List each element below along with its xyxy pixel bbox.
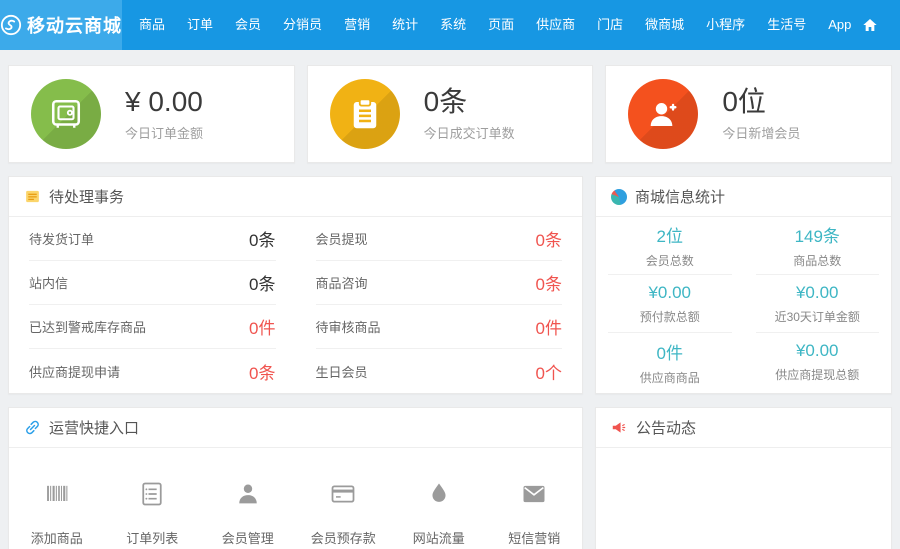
nav-item-orders[interactable]: 订单 bbox=[176, 0, 224, 50]
stat-30day-order-amount: ¥0.00 近30天订单金额 bbox=[756, 275, 880, 333]
nav-item-suppliers[interactable]: 供应商 bbox=[525, 0, 586, 50]
stat-card-deal-orders: 0条 今日成交订单数 bbox=[307, 65, 594, 163]
mall-stats-header: 商城信息统计 bbox=[596, 177, 891, 217]
stat-prepaid-total: ¥0.00 预付款总额 bbox=[608, 275, 732, 333]
announcement-body bbox=[596, 448, 891, 549]
stat-card-order-amount: ¥ 0.00 今日订单金额 bbox=[8, 65, 295, 163]
logo-swirl-icon bbox=[0, 14, 22, 36]
quick-site-traffic[interactable]: 网站流量 bbox=[391, 480, 487, 549]
barcode-icon bbox=[43, 480, 71, 508]
nav-item-pages[interactable]: 页面 bbox=[477, 0, 525, 50]
nav-item-micromall[interactable]: 微商城 bbox=[634, 0, 695, 50]
stat-supplier-withdraw-total: ¥0.00 供应商提现总额 bbox=[756, 333, 880, 391]
member-add-icon bbox=[628, 79, 698, 149]
announcement-title: 公告动态 bbox=[636, 417, 696, 438]
pending-value: 0条 bbox=[536, 270, 562, 295]
logo[interactable]: 移动云商城 bbox=[0, 0, 122, 50]
stat-cards-row: ¥ 0.00 今日订单金额 0条 今日成交订单数 bbox=[8, 65, 892, 163]
pending-row-supplier-withdrawals[interactable]: 供应商提现申请 0条 bbox=[29, 349, 276, 393]
order-clipboard-icon bbox=[330, 79, 400, 149]
quick-member-deposit[interactable]: 会员预存款 bbox=[296, 480, 392, 549]
pending-row-site-messages[interactable]: 站内信 0条 bbox=[29, 261, 276, 305]
pending-value: 0条 bbox=[249, 226, 275, 251]
pending-value: 0条 bbox=[536, 226, 562, 251]
bottom-row: 运营快捷入口 添加商品 bbox=[8, 407, 892, 549]
top-nav: 移动云商城 商品 订单 会员 分销员 营销 统计 系统 页面 供应商 门店 微商… bbox=[0, 0, 900, 50]
nav-item-miniprogram[interactable]: 小程序 bbox=[695, 0, 756, 50]
today-new-members-value: 0位 bbox=[722, 86, 800, 118]
home-icon[interactable] bbox=[862, 17, 878, 33]
quick-member-management[interactable]: 会员管理 bbox=[200, 480, 296, 549]
nav-item-statistics[interactable]: 统计 bbox=[381, 0, 429, 50]
stat-total-members: 2位 会员总数 bbox=[608, 217, 732, 275]
quick-entry-header: 运营快捷入口 bbox=[9, 408, 582, 448]
stat-card-new-members: 0位 今日新增会员 bbox=[605, 65, 892, 163]
pending-col-left: 待发货订单 0条 站内信 0条 已达到警戒库存商品 0件 供应商提现申请 0条 bbox=[9, 217, 296, 393]
pending-value: 0件 bbox=[249, 314, 275, 339]
quick-sms-marketing[interactable]: 短信营销 bbox=[487, 480, 583, 549]
today-deal-orders-value: 0条 bbox=[424, 86, 515, 118]
today-deal-orders-label: 今日成交订单数 bbox=[424, 123, 515, 142]
pie-chart-icon bbox=[611, 189, 627, 205]
order-list-icon bbox=[138, 480, 166, 508]
bank-card-icon bbox=[329, 480, 357, 508]
pending-value: 0件 bbox=[536, 314, 562, 339]
safe-icon bbox=[31, 79, 101, 149]
pending-row-low-stock-goods[interactable]: 已达到警戒库存商品 0件 bbox=[29, 305, 276, 349]
announcement-panel: 公告动态 bbox=[595, 407, 892, 549]
pending-value: 0个 bbox=[536, 359, 562, 384]
stat-total-goods: 149条 商品总数 bbox=[756, 217, 880, 275]
nav-item-marketing[interactable]: 营销 bbox=[333, 0, 381, 50]
today-new-members-label: 今日新增会员 bbox=[722, 123, 800, 142]
nav-item-app[interactable]: App bbox=[817, 0, 862, 50]
pending-row-birthday-members[interactable]: 生日会员 0个 bbox=[316, 349, 563, 393]
today-order-amount-label: 今日订单金额 bbox=[125, 123, 203, 142]
megaphone-icon bbox=[611, 419, 628, 436]
nav-item-distributors[interactable]: 分销员 bbox=[272, 0, 333, 50]
nav-right: admin bbox=[862, 0, 900, 50]
memo-icon bbox=[24, 188, 41, 205]
nav-menu: 商品 订单 会员 分销员 营销 统计 系统 页面 供应商 门店 微商城 小程序 … bbox=[122, 0, 862, 50]
pending-tasks-title: 待处理事务 bbox=[49, 186, 124, 207]
today-order-amount-value: ¥ 0.00 bbox=[125, 86, 203, 118]
pending-value: 0条 bbox=[249, 359, 275, 384]
quick-add-goods[interactable]: 添加商品 bbox=[9, 480, 105, 549]
nav-item-members[interactable]: 会员 bbox=[224, 0, 272, 50]
stat-supplier-goods: 0件 供应商商品 bbox=[608, 333, 732, 391]
nav-item-stores[interactable]: 门店 bbox=[586, 0, 634, 50]
pending-row-member-withdrawals[interactable]: 会员提现 0条 bbox=[316, 217, 563, 261]
pending-row-goods-to-review[interactable]: 待审核商品 0件 bbox=[316, 305, 563, 349]
envelope-icon bbox=[520, 480, 548, 508]
pending-col-right: 会员提现 0条 商品咨询 0条 待审核商品 0件 生日会员 0个 bbox=[296, 217, 583, 393]
pending-tasks-panel: 待处理事务 待发货订单 0条 站内信 0条 已达到警戒库存商品 0件 bbox=[8, 176, 583, 394]
pending-value: 0条 bbox=[249, 270, 275, 295]
water-drop-icon bbox=[425, 480, 453, 508]
quick-order-list[interactable]: 订单列表 bbox=[105, 480, 201, 549]
nav-item-goods[interactable]: 商品 bbox=[128, 0, 176, 50]
quick-entry-panel: 运营快捷入口 添加商品 bbox=[8, 407, 583, 549]
mall-stats-panel: 商城信息统计 2位 会员总数 149条 商品总数 ¥0.00 预付款总额 ¥0.… bbox=[595, 176, 892, 394]
nav-item-lifeaccount[interactable]: 生活号 bbox=[756, 0, 817, 50]
pending-row-product-inquiries[interactable]: 商品咨询 0条 bbox=[316, 261, 563, 305]
pending-row-unshipped-orders[interactable]: 待发货订单 0条 bbox=[29, 217, 276, 261]
mall-stats-title: 商城信息统计 bbox=[635, 186, 725, 207]
main-content: ¥ 0.00 今日订单金额 0条 今日成交订单数 bbox=[0, 50, 900, 549]
middle-row: 待处理事务 待发货订单 0条 站内信 0条 已达到警戒库存商品 0件 bbox=[8, 176, 892, 394]
logo-text: 移动云商城 bbox=[27, 12, 122, 38]
announcement-header: 公告动态 bbox=[596, 408, 891, 448]
pending-tasks-header: 待处理事务 bbox=[9, 177, 582, 217]
nav-item-system[interactable]: 系统 bbox=[429, 0, 477, 50]
quick-entry-title: 运营快捷入口 bbox=[49, 417, 139, 438]
link-icon bbox=[24, 419, 41, 436]
member-icon bbox=[234, 480, 262, 508]
